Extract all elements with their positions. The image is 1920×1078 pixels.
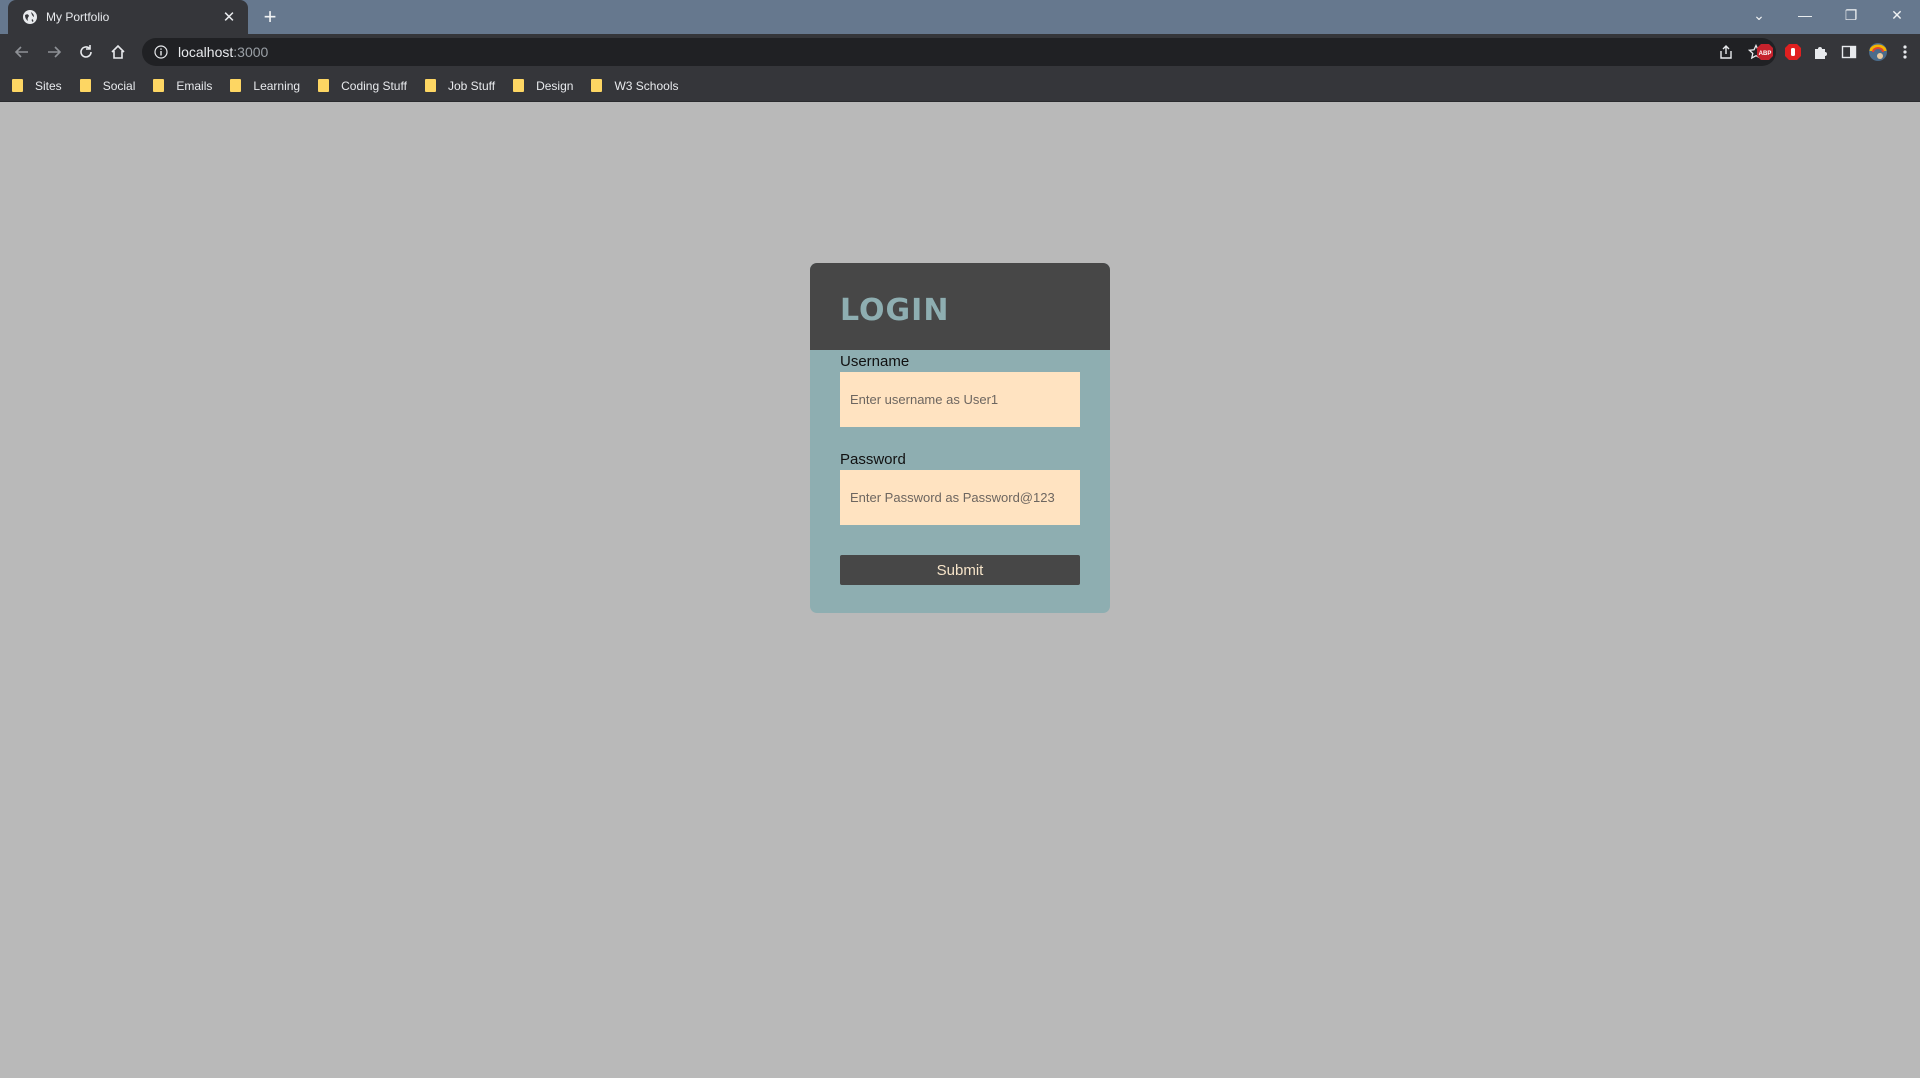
folder-icon [513,79,525,92]
close-tab-icon[interactable]: ✕ [220,8,238,26]
window-controls: ⌄ — ❐ ✕ [1736,0,1920,34]
folder-icon [12,79,23,92]
back-arrow-icon [14,46,28,58]
close-window-button[interactable]: ✕ [1874,0,1920,30]
menu-dots-icon[interactable] [1898,43,1912,61]
folder-icon [318,79,330,92]
minimize-button[interactable]: — [1782,0,1828,30]
bookmark-social[interactable]: Social [79,78,136,93]
adblock-hand-icon[interactable] [1784,43,1802,61]
extensions-puzzle-icon[interactable] [1812,43,1830,61]
username-input[interactable] [840,372,1080,427]
browser-toolbar: localhost:3000 ABP [0,34,1920,70]
reload-button[interactable] [70,36,102,68]
folder-icon [424,79,436,92]
bookmarks-bar: Sites Social Emails Learning Coding Stuf… [0,70,1920,102]
login-form-body: Username Password Submit [810,350,1110,585]
url-port: :3000 [233,44,269,60]
side-panel-icon[interactable] [1840,43,1858,61]
bookmark-w3-schools[interactable]: W3 Schools [591,79,678,93]
password-input[interactable] [840,470,1080,525]
folder-icon [79,79,91,92]
share-icon[interactable] [1718,44,1734,60]
bookmark-label: Job Stuff [447,78,496,93]
url-host: localhost [178,44,234,60]
bookmark-label: Social [102,78,136,93]
home-button[interactable] [102,36,134,68]
folder-icon [153,79,165,92]
home-icon [111,44,125,59]
bookmark-job-stuff[interactable]: Job Stuff [424,78,496,93]
submit-button[interactable]: Submit [840,555,1080,585]
bookmark-label: Design [536,78,574,93]
profile-avatar-icon[interactable] [1868,42,1888,62]
globe-icon [23,10,37,24]
reload-icon [80,45,92,58]
bookmark-coding-stuff[interactable]: Coding Stuff [318,79,407,93]
login-header: LOGIN [810,263,1110,350]
new-tab-button[interactable]: + [258,5,282,29]
tab-search-icon[interactable]: ⌄ [1736,0,1782,30]
page-viewport: LOGIN Username Password Submit [0,103,1920,1078]
back-button[interactable] [6,36,38,68]
bookmark-emails[interactable]: Emails [153,79,212,93]
bookmark-label: Emails [176,78,213,93]
bookmark-sites[interactable]: Sites [12,79,62,93]
tab-strip: My Portfolio ✕ + ⌄ — ❐ ✕ [0,0,1920,34]
forward-arrow-icon [48,46,62,58]
bookmark-label: Sites [35,78,62,93]
bookmark-label: W3 Schools [614,78,679,93]
password-label: Password [840,451,906,468]
restore-button[interactable]: ❐ [1828,0,1874,30]
bookmark-label: Coding Stuff [341,78,407,93]
bookmark-design[interactable]: Design [513,79,573,93]
username-label: Username [840,353,910,370]
adblock-plus-icon[interactable]: ABP [1756,43,1774,61]
forward-button[interactable] [38,36,70,68]
adblock-plus-label: ABP [1759,51,1772,57]
bookmark-label: Learning [253,78,301,93]
login-card: LOGIN Username Password Submit [810,263,1110,613]
extensions-area: ABP [1756,38,1912,66]
tab-title: My Portfolio [46,10,110,24]
login-title: LOGIN [840,293,950,328]
bookmark-learning[interactable]: Learning [230,79,300,93]
info-icon[interactable] [154,45,168,59]
address-bar[interactable]: localhost:3000 [142,38,1776,66]
folder-icon [230,79,242,92]
tab-my-portfolio[interactable]: My Portfolio ✕ [8,0,248,34]
folder-icon [591,79,603,92]
